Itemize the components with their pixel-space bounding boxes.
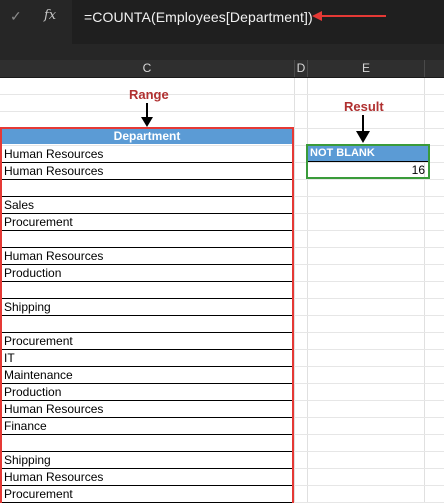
table-row[interactable]: Procurement <box>2 486 292 503</box>
table-row[interactable]: Human Resources <box>2 146 292 163</box>
formula-bar: ✓ fx =COUNTA(Employees[Department]) <box>0 0 444 60</box>
row-gridline <box>0 94 444 95</box>
table-row[interactable]: Human Resources <box>2 248 292 265</box>
department-range[interactable]: Department Human Resources Human Resource… <box>0 127 294 503</box>
table-row[interactable]: Human Resources <box>2 163 292 180</box>
table-row[interactable] <box>2 231 292 248</box>
table-row[interactable]: IT <box>2 350 292 367</box>
column-header-c[interactable]: C <box>0 60 295 77</box>
table-row[interactable]: Maintenance <box>2 367 292 384</box>
table-row[interactable]: Production <box>2 384 292 401</box>
column-header-bar: C D E <box>0 60 444 78</box>
table-row[interactable]: Human Resources <box>2 401 292 418</box>
formula-text[interactable]: =COUNTA(Employees[Department]) <box>84 9 313 25</box>
table-row[interactable]: Shipping <box>2 299 292 316</box>
table-row[interactable]: Procurement <box>2 214 292 231</box>
table-row[interactable]: Shipping <box>2 452 292 469</box>
result-annotation: Result <box>344 99 384 114</box>
table-row[interactable] <box>2 435 292 452</box>
fx-icon[interactable]: fx <box>44 8 56 23</box>
check-icon[interactable]: ✓ <box>10 9 24 23</box>
down-arrow-icon <box>141 103 153 127</box>
spreadsheet-window: ✓ fx =COUNTA(Employees[Department]) C D … <box>0 0 444 503</box>
result-header[interactable]: NOT BLANK <box>308 146 428 161</box>
table-row[interactable]: Sales <box>2 197 292 214</box>
table-row[interactable]: Procurement <box>2 333 292 350</box>
column-header-d[interactable]: D <box>295 60 308 77</box>
table-row[interactable] <box>2 180 292 197</box>
table-row[interactable]: Finance <box>2 418 292 435</box>
table-row[interactable] <box>2 316 292 333</box>
down-arrow-icon <box>356 115 370 143</box>
red-arrow-icon <box>312 11 386 21</box>
table-header[interactable]: Department <box>2 129 292 144</box>
table-row[interactable]: Production <box>2 265 292 282</box>
table-row[interactable]: Human Resources <box>2 469 292 486</box>
table-row[interactable] <box>2 282 292 299</box>
result-value[interactable]: 16 <box>308 161 428 177</box>
range-annotation: Range <box>129 87 169 102</box>
result-box[interactable]: NOT BLANK 16 <box>306 144 430 179</box>
formula-bar-controls: ✓ fx <box>0 0 72 44</box>
column-header-e[interactable]: E <box>308 60 425 77</box>
